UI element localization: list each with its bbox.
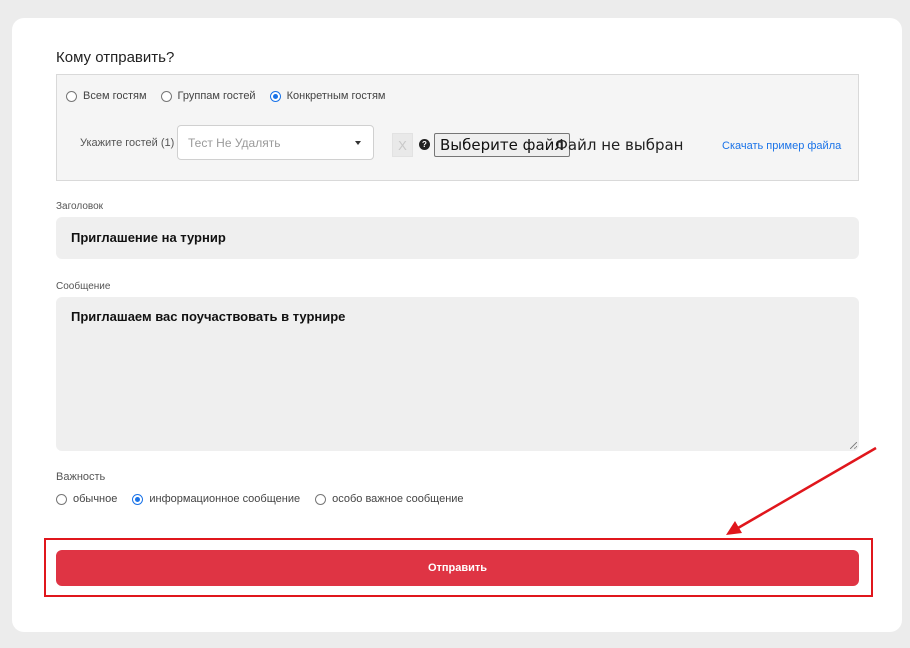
radio-specific-guests-circle[interactable] [269,90,281,102]
resize-grip-icon[interactable] [850,442,857,449]
file-status: Файл не выбран [555,136,684,154]
message-textarea-value: Приглашаем вас поучаствовать в турнире [71,309,346,324]
clear-file-button[interactable]: X [392,133,413,157]
radio-specific-guests-label: Конкретным гостям [286,90,386,102]
radio-normal[interactable]: обычное [56,493,117,505]
recipient-radio-group: Всем гостям Группам гостей Конкретным го… [66,90,385,102]
radio-guest-groups-label: Группам гостей [177,90,256,102]
message-textarea[interactable]: Приглашаем вас поучаствовать в турнире [56,297,859,451]
caret-down-icon [355,141,361,145]
download-sample-link[interactable]: Скачать пример файла [722,140,841,152]
message-label: Сообщение [56,281,111,292]
radio-important-label: особо важное сообщение [332,493,464,505]
title-input-value: Приглашение на турнир [71,230,226,245]
importance-label: Важность [56,471,106,483]
radio-guest-groups-circle[interactable] [160,90,172,102]
radio-informational[interactable]: информационное сообщение [132,493,300,505]
radio-all-guests[interactable]: Всем гостям [66,90,147,102]
recipients-panel: Всем гостям Группам гостей Конкретным го… [56,74,859,181]
title-label: Заголовок [56,201,104,212]
importance-radio-group: обычное информационное сообщение особо в… [56,493,464,505]
guest-select-value: Тест Не Удалять [188,135,281,150]
radio-guest-groups[interactable]: Группам гостей [160,90,256,102]
radio-informational-label: информационное сообщение [149,493,301,505]
radio-specific-guests[interactable]: Конкретным гостям [269,90,386,102]
radio-all-guests-label: Всем гостям [83,90,147,102]
guests-label: Укажите гостей (1) [80,137,175,149]
radio-important[interactable]: особо важное сообщение [315,493,464,505]
submit-button[interactable]: Отправить [56,550,859,586]
choose-file-button[interactable]: Выберите файл [434,133,570,157]
help-icon[interactable]: ? [419,139,430,150]
title-input[interactable]: Приглашение на турнир [56,217,859,259]
radio-important-circle[interactable] [315,493,327,505]
recipients-title: Кому отправить? [56,49,175,66]
radio-informational-circle[interactable] [132,493,144,505]
guest-select[interactable]: Тест Не Удалять [177,125,374,160]
radio-normal-label: обычное [73,493,118,505]
radio-normal-circle[interactable] [56,493,67,505]
radio-all-guests-circle[interactable] [66,90,77,102]
